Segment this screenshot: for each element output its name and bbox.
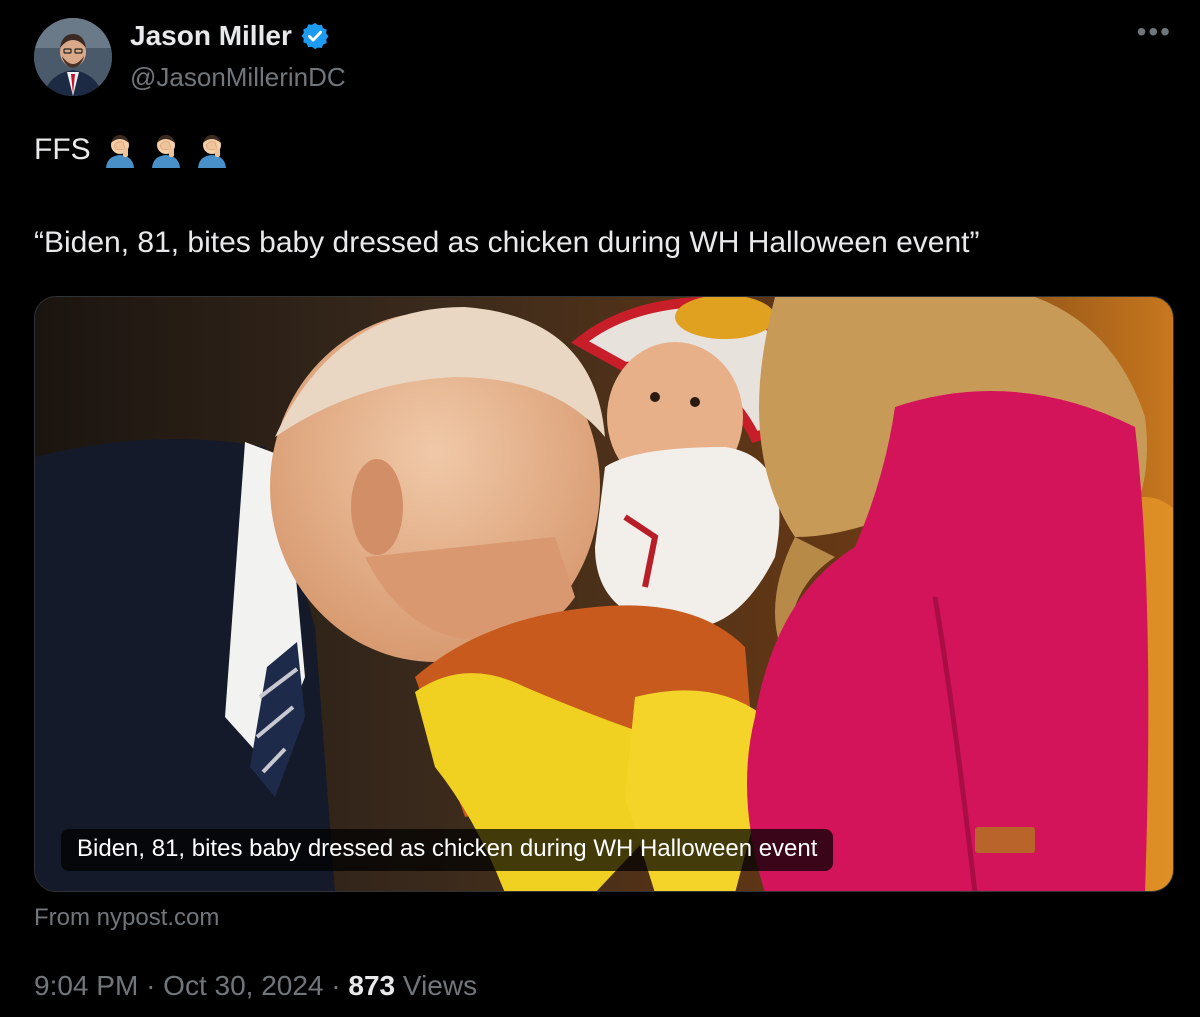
link-card-caption: Biden, 81, bites baby dressed as chicken…: [61, 829, 834, 871]
views-label: Views: [402, 970, 478, 1001]
meta-separator: ·: [331, 970, 341, 1001]
link-preview-image: [35, 297, 1173, 891]
post-metadata: 9:04 PM · Oct 30, 2024 · 873 Views: [34, 970, 477, 1002]
meta-separator: ·: [146, 970, 156, 1001]
post-date[interactable]: Oct 30, 2024: [163, 970, 323, 1001]
link-preview-card[interactable]: Biden, 81, bites baby dressed as chicken…: [34, 296, 1174, 892]
views-count: 873: [348, 970, 396, 1001]
facepalm-emoji-icon: [103, 132, 137, 168]
verified-badge-icon[interactable]: [300, 21, 330, 51]
post-time[interactable]: 9:04 PM: [34, 970, 138, 1001]
avatar-image: [34, 18, 112, 96]
tweet: Jason Miller @JasonMillerinDC ••• FFS “B…: [0, 0, 1200, 1017]
facepalm-emoji-icon: [195, 132, 229, 168]
post-text-ffs: FFS: [34, 133, 91, 166]
post-text-line1: FFS: [34, 132, 229, 168]
author-name-row: Jason Miller: [130, 20, 330, 52]
facepalm-emoji-icon: [149, 132, 183, 168]
more-options-icon[interactable]: •••: [1137, 18, 1172, 46]
post-text-quote: “Biden, 81, bites baby dressed as chicke…: [34, 226, 980, 259]
link-source[interactable]: From nypost.com: [34, 904, 219, 932]
author-handle[interactable]: @JasonMillerinDC: [130, 62, 346, 93]
author-display-name[interactable]: Jason Miller: [130, 20, 292, 52]
avatar[interactable]: [34, 18, 112, 96]
